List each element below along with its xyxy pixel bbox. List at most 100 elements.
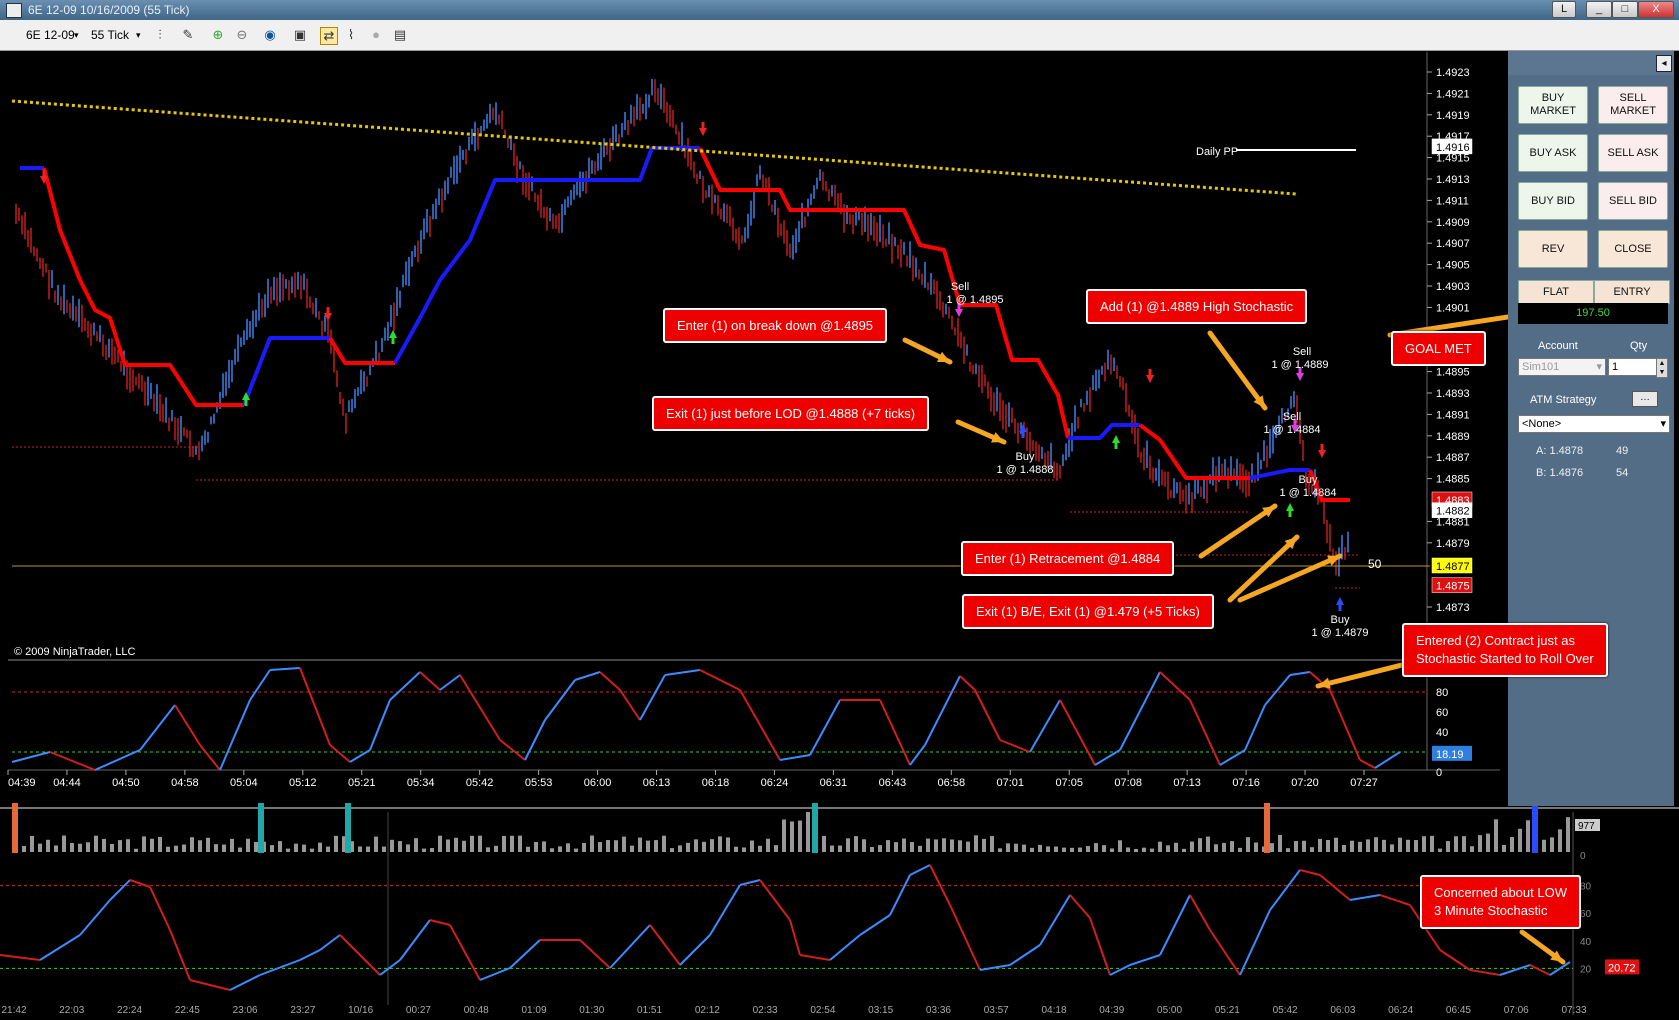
volume-bar [1022, 844, 1026, 852]
panel-header [1508, 51, 1674, 75]
qty-label: Qty [1630, 340, 1648, 352]
stoch-value-tag: 18.19 [1436, 749, 1464, 761]
volume-bar [406, 844, 410, 852]
pp-price-tag: 1.4916 [1436, 142, 1470, 154]
volume-bar [1422, 836, 1426, 852]
chevron-down-icon: ▾ [1596, 361, 1602, 373]
price-tick-label: 1.4887 [1436, 452, 1470, 464]
trade-signal-arrow [1336, 597, 1344, 611]
lower-stoch-line [1069, 894, 1091, 919]
sell-market-button[interactable]: SELL MARKET [1598, 86, 1668, 124]
lower-stoch-line [1189, 894, 1211, 931]
stoch-line [699, 669, 741, 691]
volume-bar [862, 839, 866, 852]
volume-bar [654, 840, 658, 852]
lower-stoch-line [789, 919, 801, 956]
price-tick-label: 1.4895 [1436, 367, 1470, 379]
volume-zero-label: 0 [1580, 851, 1586, 862]
volume-bar [926, 838, 930, 852]
volume-bar [1326, 839, 1330, 852]
lower-time-label: 03:36 [926, 1005, 951, 1016]
volume-bar [1222, 842, 1226, 852]
chevron-down-icon: ▾ [1660, 418, 1666, 430]
lower-time-label: 05:42 [1273, 1005, 1298, 1016]
volume-bar [526, 846, 530, 852]
buy-market-button[interactable]: BUY MARKET [1518, 86, 1588, 124]
volume-bar [182, 844, 186, 852]
volume-bar [1406, 839, 1410, 852]
volume-highlight-bar [1264, 803, 1270, 853]
volume-bar [1374, 837, 1378, 852]
lower-stoch-line [579, 939, 611, 969]
stoch-line [1159, 671, 1191, 701]
panel-collapse-icon[interactable]: ◂ [1656, 55, 1672, 72]
volume-bar [886, 840, 890, 852]
time-tick-label: 04:50 [112, 777, 140, 789]
atm-strategy-select[interactable]: <None> ▾ [1518, 415, 1670, 433]
volume-bar [1518, 828, 1522, 852]
flat-tab[interactable]: FLAT [1518, 280, 1594, 304]
atm-settings-button[interactable]: … [1632, 391, 1658, 407]
buy-ask-button[interactable]: BUY ASK [1518, 134, 1588, 172]
volume-bar [142, 836, 146, 852]
annotation-exit-lod: Exit (1) just before LOD @1.4888 (+7 tic… [652, 396, 930, 431]
lower-stoch-tick: 60 [1580, 909, 1592, 920]
volume-bar [766, 838, 770, 852]
lower-stoch-tick: 80 [1580, 882, 1592, 893]
price-tick-label: 1.4919 [1436, 110, 1470, 122]
volume-bar [422, 848, 426, 852]
account-select[interactable]: Sim101 ▾ [1518, 358, 1606, 376]
chart-canvas[interactable]: Sell1 @ 1.4895Buy1 @ 1.4888Sell1 @ 1.488… [0, 0, 1679, 1020]
entry-tab[interactable]: ENTRY [1594, 280, 1670, 304]
volume-bar [558, 846, 562, 852]
lower-stoch-line [189, 979, 231, 991]
volume-bar [478, 835, 482, 852]
sell-bid-button[interactable]: SELL BID [1598, 182, 1668, 220]
volume-bar [1454, 836, 1458, 852]
price-tick-label: 1.4901 [1436, 302, 1470, 314]
volume-bar [1150, 848, 1154, 852]
volume-bar [446, 839, 450, 852]
volume-bar [1006, 843, 1010, 852]
volume-bar [1102, 845, 1106, 852]
volume-highlight-bar [345, 803, 351, 853]
volume-bar [646, 840, 650, 852]
trade-side-label: Sell [951, 281, 969, 293]
lower-stoch-line [229, 974, 261, 991]
volume-bar [358, 846, 362, 852]
close-position-button[interactable]: CLOSE [1598, 230, 1668, 268]
stoch-line [389, 671, 421, 701]
volume-bar [1494, 819, 1498, 852]
lower-stoch-line [319, 934, 341, 951]
stoch-line [739, 689, 781, 761]
lower-stoch-tick: 20 [1580, 964, 1592, 975]
volume-bar [1446, 841, 1450, 852]
annotation-entered-two-contracts: Entered (2) Contract just as Stochastic S… [1402, 623, 1608, 677]
qty-stepper[interactable]: ▲ ▼ [1656, 358, 1668, 378]
qty-input[interactable]: 1 [1608, 358, 1657, 376]
lower-stoch-line [1379, 894, 1411, 906]
stoch-line [809, 699, 841, 756]
volume-bar [950, 839, 954, 852]
volume-bar [1182, 848, 1186, 852]
lower-time-label: 21:42 [1, 1005, 26, 1016]
buy-bid-button[interactable]: BUY BID [1518, 182, 1588, 220]
volume-bar [1158, 841, 1162, 852]
annotation-concerned-low: Concerned about LOW 3 Minute Stochastic [1420, 875, 1581, 929]
volume-bar [638, 837, 642, 852]
lower-stoch-line [1039, 894, 1071, 946]
lower-stoch-tick: 40 [1580, 937, 1592, 948]
time-tick-label: 04:58 [171, 777, 199, 789]
volume-bar [374, 836, 378, 852]
lower-time-label: 03:15 [868, 1005, 893, 1016]
lower-stoch-line [709, 884, 741, 936]
volume-bar [670, 848, 674, 852]
time-tick-label: 07:05 [1055, 777, 1083, 789]
volume-bar [830, 845, 834, 852]
sell-ask-button[interactable]: SELL ASK [1598, 134, 1668, 172]
volume-bar [1382, 839, 1386, 852]
trade-signal-arrow [1112, 435, 1120, 449]
volume-bar [382, 846, 386, 852]
bid-price-tag: 1.4875 [1436, 581, 1470, 593]
reverse-button[interactable]: REV [1518, 230, 1588, 268]
